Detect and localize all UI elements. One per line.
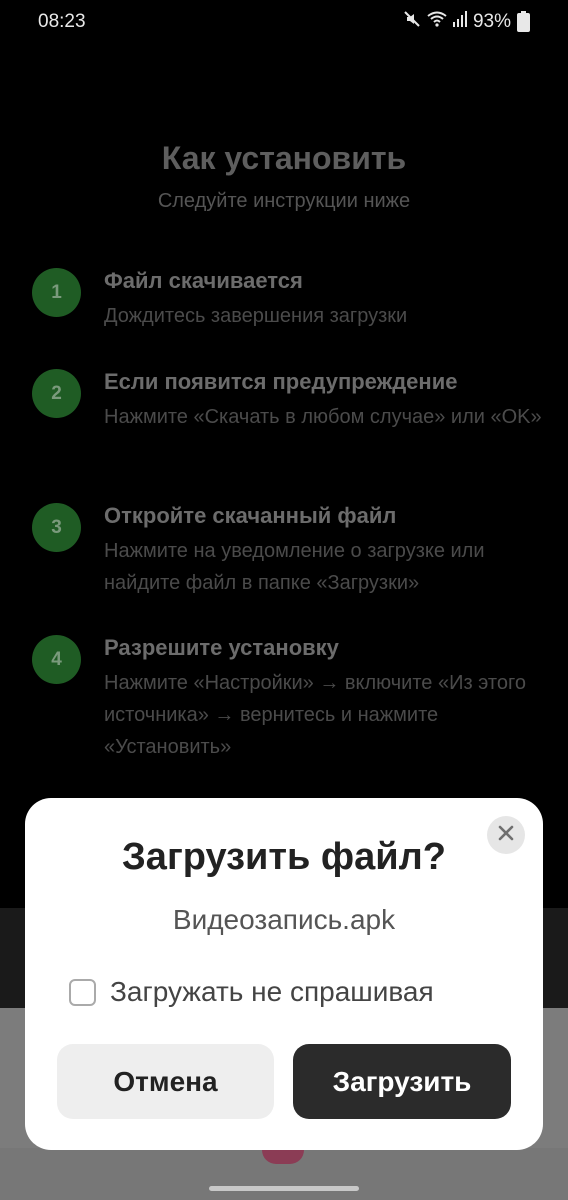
dont-ask-label[interactable]: Загружать не спрашивая [110,976,434,1008]
step-description: Нажмите «Настройки» → включите «Из этого… [104,672,526,758]
step-number-badge: 2 [32,369,81,418]
step-title: Разрешите установку [104,635,339,660]
step-number-badge: 3 [32,503,81,552]
step-description: Нажмите на уведомление о загрузке или на… [104,540,485,594]
step-number-badge: 1 [32,268,81,317]
dont-ask-checkbox-row[interactable]: Загружать не спрашивая [69,976,434,1008]
step-title: Файл скачивается [104,268,303,293]
page-title: Как установить [161,140,407,176]
battery-percent: 93% [472,11,511,32]
dont-ask-checkbox[interactable] [69,978,96,1006]
signal-icon [452,11,467,33]
step-description: Дождитесь завершения загрузки [104,305,408,327]
wifi-icon [427,11,447,33]
dialog-title: Загрузить файл? [122,836,446,878]
file-name: Видеозапись.apk [172,904,396,935]
step-description: Нажмите «Скачать в любом случае» или «OK… [104,406,542,428]
battery-icon [517,10,530,32]
mute-icon [403,10,421,34]
step-title: Если появится предупреждение [104,369,458,394]
page-subtitle: Следуйте инструкции ниже [157,190,411,212]
status-bar: 08:23 93% [0,0,568,44]
step-title: Откройте скачанный файл [104,503,397,528]
status-icons: 93% [403,10,530,34]
status-time: 08:23 [38,11,86,32]
step-number-badge: 4 [32,635,81,684]
cancel-button[interactable]: Отмена [57,1044,274,1119]
download-button[interactable]: Загрузить [293,1044,511,1119]
home-gesture-bar[interactable] [209,1186,359,1191]
download-dialog: Загрузить файл? Видеозапись.apk Загружат… [25,798,543,1150]
